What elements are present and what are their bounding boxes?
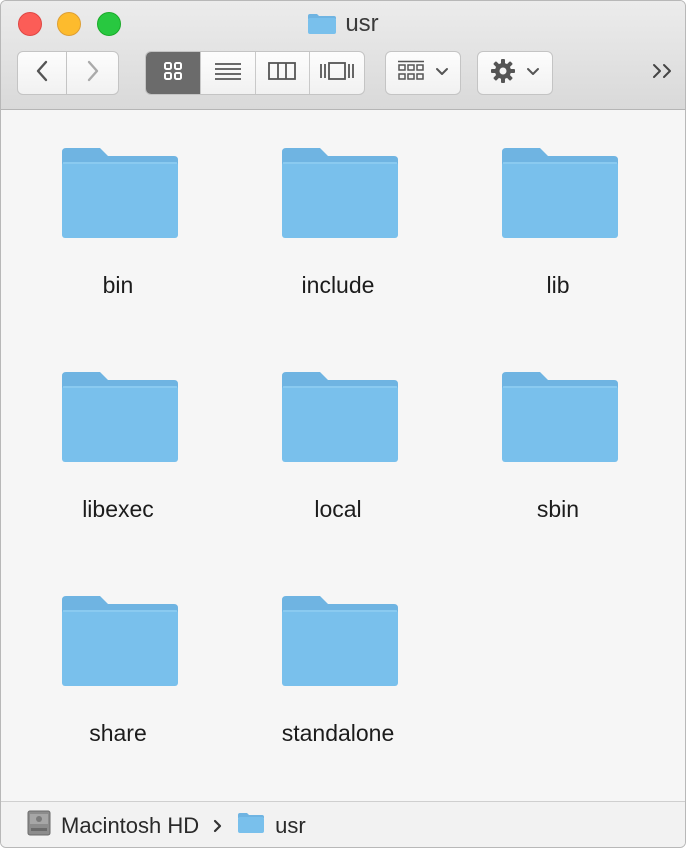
- folder-name: libexec: [82, 496, 154, 522]
- gallery-icon: [319, 61, 355, 86]
- folder-name: local: [314, 496, 362, 522]
- folder-name: share: [89, 720, 147, 746]
- toolbar: usr: [1, 1, 685, 110]
- path-segment-usr[interactable]: usr: [237, 812, 306, 840]
- file-grid: bin include lib libexec local sbin share…: [1, 110, 685, 800]
- group-grid-icon: [397, 60, 425, 87]
- column-view-button[interactable]: [256, 52, 311, 94]
- folder-icon: [237, 812, 265, 840]
- folder-item[interactable]: libexec: [18, 334, 218, 534]
- back-button[interactable]: [17, 51, 67, 95]
- chevron-down-icon: [435, 64, 449, 82]
- group-button[interactable]: [385, 51, 461, 95]
- finder-window: usr bin include lib libexec local sbin s…: [0, 0, 686, 848]
- folder-name: sbin: [536, 496, 580, 522]
- folder-icon: [280, 146, 400, 240]
- path-segment-macintosh-hd[interactable]: Macintosh HD: [27, 810, 199, 842]
- folder-item[interactable]: share: [18, 558, 218, 758]
- list-view-button[interactable]: [201, 52, 256, 94]
- folder-icon: [60, 370, 180, 464]
- folder-item[interactable]: local: [238, 334, 438, 534]
- gear-icon: [490, 58, 516, 89]
- folder-name: bin: [102, 272, 134, 298]
- list-icon: [214, 62, 242, 85]
- view-mode-control: [145, 51, 365, 95]
- action-button[interactable]: [477, 51, 553, 95]
- folder-icon: [280, 370, 400, 464]
- window-title: usr: [1, 9, 685, 43]
- grid-icon: [163, 61, 183, 86]
- toolbar-overflow-button[interactable]: [649, 59, 677, 87]
- folder-icon: [280, 594, 400, 688]
- folder-item[interactable]: sbin: [458, 334, 658, 534]
- folder-item[interactable]: lib: [458, 110, 658, 310]
- folder-icon: [60, 146, 180, 240]
- chevron-right-icon: [86, 60, 100, 87]
- chevron-right-icon: [213, 813, 223, 839]
- folder-icon: [500, 370, 620, 464]
- folder-item[interactable]: standalone: [238, 558, 438, 758]
- folder-item[interactable]: bin: [18, 110, 218, 310]
- window-title-text: usr: [345, 10, 379, 37]
- folder-item[interactable]: include: [238, 110, 438, 310]
- forward-button[interactable]: [66, 51, 119, 95]
- folder-icon: [60, 594, 180, 688]
- double-chevron-right-icon: [651, 62, 675, 85]
- gallery-view-button[interactable]: [310, 52, 364, 94]
- folder-name: lib: [546, 272, 570, 298]
- folder-icon: [307, 13, 337, 35]
- folder-name: standalone: [281, 720, 395, 746]
- hard-drive-icon: [27, 810, 51, 842]
- path-segment-label: Macintosh HD: [61, 812, 200, 838]
- folder-icon: [500, 146, 620, 240]
- columns-icon: [268, 61, 297, 85]
- path-segment-label: usr: [275, 812, 306, 838]
- folder-name: include: [301, 272, 375, 298]
- icon-view-button[interactable]: [146, 52, 201, 94]
- chevron-left-icon: [35, 60, 49, 87]
- chevron-down-icon: [526, 64, 540, 82]
- path-bar: Macintosh HD usr: [1, 801, 685, 847]
